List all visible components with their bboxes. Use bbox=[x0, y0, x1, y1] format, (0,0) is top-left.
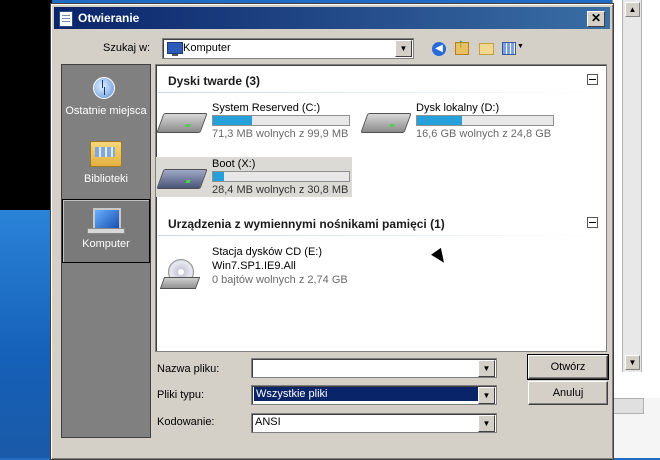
look-in-value: Komputer bbox=[183, 42, 231, 54]
drive-usage-fill bbox=[417, 116, 462, 125]
place-label: Komputer bbox=[82, 238, 130, 250]
filetype-label: Pliki typu: bbox=[157, 389, 205, 401]
group-divider bbox=[158, 235, 604, 236]
drive-name: Boot (X:) bbox=[212, 158, 256, 170]
drive-free-space: 28,4 MB wolnych z 30,8 MB bbox=[212, 184, 349, 196]
drive-usage-bar bbox=[212, 171, 350, 182]
place-recent[interactable]: Ostatnie miejsca bbox=[62, 71, 150, 133]
encoding-select[interactable]: ANSI ▼ bbox=[251, 413, 497, 433]
drive-item-c[interactable]: System Reserved (C:) 71,3 MB wolnych z 9… bbox=[156, 101, 352, 141]
places-bar: Ostatnie miejsca Biblioteki Komputer bbox=[61, 64, 151, 438]
chevron-down-icon[interactable]: ▼ bbox=[395, 40, 412, 57]
drive-usage-bar bbox=[212, 115, 350, 126]
open-dialog: Otwieranie ✕ Szukaj w: Komputer ▼ ◀ ▼ Os… bbox=[50, 3, 614, 460]
drive-usage-fill bbox=[213, 116, 253, 125]
filename-input[interactable]: ▼ bbox=[251, 358, 497, 378]
drive-usage-bar bbox=[416, 115, 554, 126]
encoding-value: ANSI bbox=[255, 416, 281, 428]
drive-item-x[interactable]: Boot (X:) 28,4 MB wolnych z 30,8 MB bbox=[156, 157, 352, 197]
collapse-icon[interactable] bbox=[587, 74, 598, 85]
desktop-background-dark bbox=[0, 0, 52, 210]
look-in-label: Szukaj w: bbox=[103, 42, 151, 54]
drive-item-d[interactable]: Dysk lokalny (D:) 16,6 GB wolnych z 24,8… bbox=[360, 101, 556, 141]
drive-free-space: 0 bajtów wolnych z 2,74 GB bbox=[212, 274, 348, 286]
notepad-icon bbox=[59, 11, 73, 27]
scroll-down-arrow-icon[interactable]: ▼ bbox=[625, 355, 640, 370]
view-menu-button[interactable]: ▼ bbox=[501, 38, 525, 56]
computer-icon bbox=[87, 208, 125, 234]
cd-drive-icon bbox=[162, 259, 196, 289]
chevron-down-icon: ▼ bbox=[517, 43, 524, 50]
up-folder-button[interactable] bbox=[453, 34, 471, 56]
new-folder-button[interactable] bbox=[477, 38, 495, 56]
place-label: Ostatnie miejsca bbox=[65, 105, 147, 117]
drive-free-space: 16,6 GB wolnych z 24,8 GB bbox=[416, 128, 552, 140]
new-folder-icon bbox=[478, 43, 494, 55]
hard-drive-icon bbox=[156, 169, 208, 189]
group-title: Urządzenia z wymiennymi nośnikami pamięc… bbox=[168, 217, 445, 231]
libraries-icon bbox=[90, 141, 122, 167]
computer-small-icon bbox=[167, 42, 183, 56]
back-arrow-icon: ◀ bbox=[432, 42, 446, 56]
place-label: Biblioteki bbox=[83, 173, 129, 185]
hard-drive-icon bbox=[360, 113, 412, 133]
collapse-icon[interactable] bbox=[587, 217, 598, 228]
recent-places-icon bbox=[91, 75, 117, 99]
dialog-title: Otwieranie bbox=[78, 11, 140, 25]
group-header-hard-drives[interactable]: Dyski twarde (3) bbox=[156, 69, 606, 93]
group-divider bbox=[158, 92, 604, 93]
scroll-up-arrow-icon[interactable]: ▲ bbox=[625, 2, 640, 17]
drive-free-space: 71,3 MB wolnych z 99,9 MB bbox=[212, 128, 349, 140]
filetype-select[interactable]: Wszystkie pliki ▼ bbox=[251, 385, 497, 405]
look-in-combo[interactable]: Komputer ▼ bbox=[162, 38, 414, 59]
cancel-button[interactable]: Anuluj bbox=[528, 381, 608, 405]
close-button[interactable]: ✕ bbox=[587, 11, 605, 27]
drive-usage-fill bbox=[213, 172, 224, 181]
back-button[interactable]: ◀ bbox=[430, 38, 448, 56]
place-libraries[interactable]: Biblioteki bbox=[62, 135, 150, 197]
group-title: Dyski twarde (3) bbox=[168, 74, 261, 88]
background-window-bottom bbox=[612, 398, 660, 458]
up-folder-icon bbox=[455, 34, 469, 55]
drive-name: Stacja dysków CD (E:) bbox=[212, 246, 323, 258]
disc-label: Win7.SP1.IE9.All bbox=[212, 260, 296, 272]
view-list-icon bbox=[502, 42, 517, 55]
group-header-removable[interactable]: Urządzenia z wymiennymi nośnikami pamięc… bbox=[156, 212, 606, 236]
drive-item-e[interactable]: Stacja dysków CD (E:) Win7.SP1.IE9.All 0… bbox=[156, 245, 376, 293]
drive-name: Dysk lokalny (D:) bbox=[416, 102, 500, 114]
file-list[interactable]: Dyski twarde (3) System Reserved (C:) 71… bbox=[155, 64, 607, 352]
hard-drive-icon bbox=[156, 113, 208, 133]
chevron-down-icon[interactable]: ▼ bbox=[478, 360, 495, 377]
drive-name: System Reserved (C:) bbox=[212, 102, 321, 114]
mouse-cursor-icon bbox=[431, 247, 449, 267]
filename-label: Nazwa pliku: bbox=[157, 363, 220, 375]
chevron-down-icon[interactable]: ▼ bbox=[478, 415, 495, 432]
filetype-value: Wszystkie pliki bbox=[254, 387, 478, 401]
open-button[interactable]: Otwórz bbox=[527, 354, 609, 380]
title-bar[interactable]: Otwieranie ✕ bbox=[54, 7, 610, 29]
place-computer[interactable]: Komputer bbox=[62, 199, 150, 263]
background-scrollbar[interactable]: ▲ ▼ bbox=[622, 0, 642, 372]
horizontal-scrollbar[interactable] bbox=[612, 398, 644, 414]
chevron-down-icon[interactable]: ▼ bbox=[478, 387, 495, 404]
encoding-label: Kodowanie: bbox=[157, 416, 215, 428]
